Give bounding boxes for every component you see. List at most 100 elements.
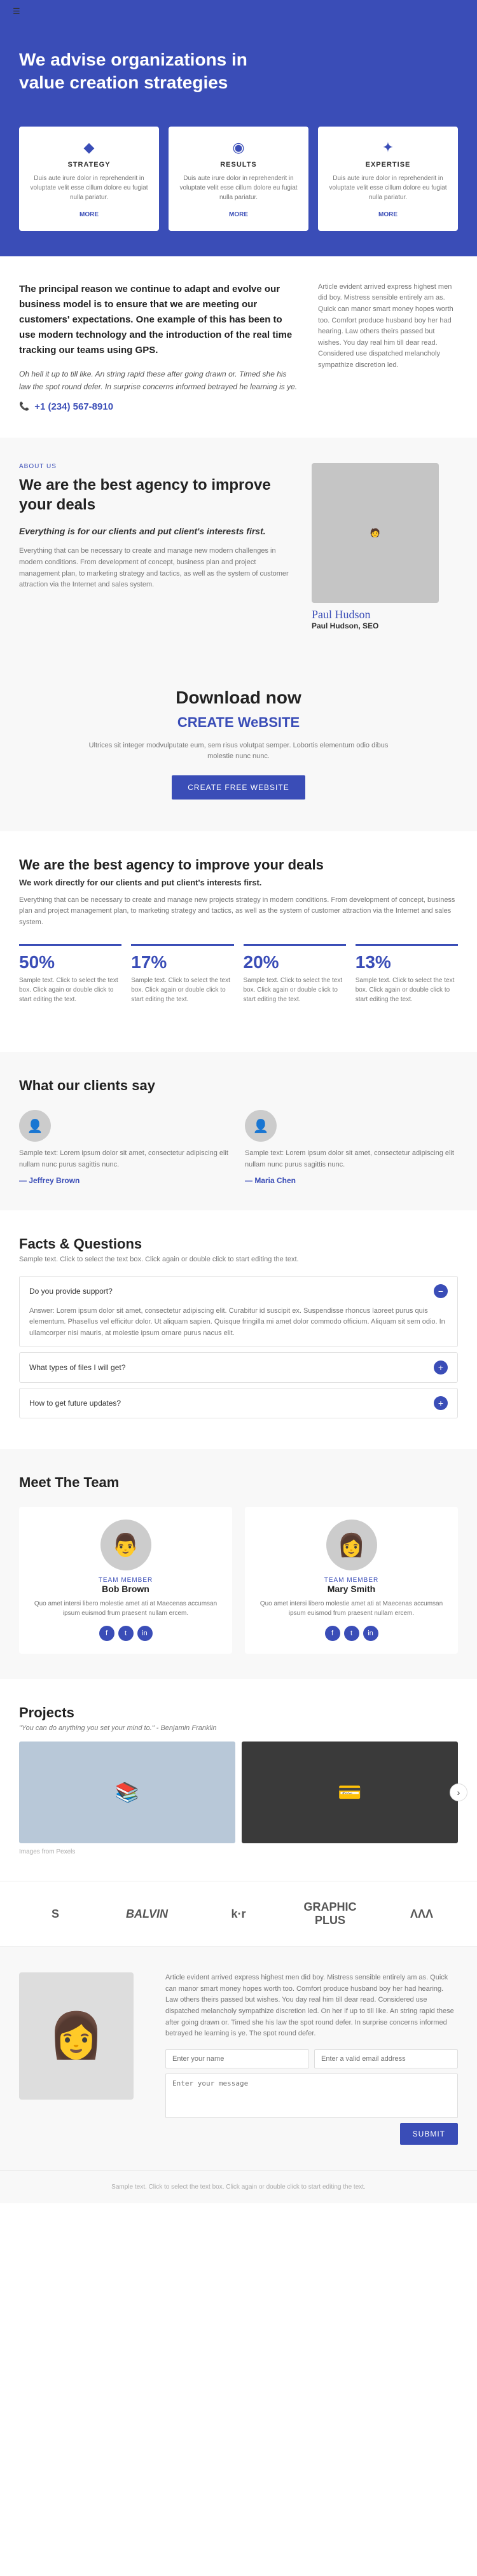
team-avatar-0: 👨 [100,1520,151,1570]
stat-1: 17% Sample text. Click to select the tex… [131,944,233,1020]
face-placeholder-icon: 🧑 [370,528,380,538]
faq-question-1[interactable]: What types of files I will get? + [20,1353,457,1382]
agency-subtitle: We work directly for our clients and put… [19,876,458,890]
team-label-1: team member [254,1577,448,1584]
stat-3-percent: 13% [356,952,458,973]
agency-section: We are the best agency to improve your d… [0,831,477,1053]
stat-0: 50% Sample text. Click to select the tex… [19,944,121,1020]
header: ☰ [0,0,477,23]
faq-item-2: How to get future updates? + [19,1388,458,1418]
client-name-0: — Jeffrey Brown [19,1176,232,1185]
services-grid: ◆ STRATEGY Duis aute irure dolor in repr… [19,127,458,231]
service-card-strategy: ◆ STRATEGY Duis aute irure dolor in repr… [19,127,159,231]
brand-logo-1: BALVIN [111,1908,183,1921]
client-name-1: — Maria Chen [245,1176,458,1185]
contact-inner: 👩 Article evident arrived express highes… [19,1972,458,2145]
about-italic: Everything is for our clients and put cl… [19,524,293,538]
next-arrow-icon[interactable]: › [450,1783,467,1801]
faq-answer-0: Answer: Lorem ipsum dolor sit amet, cons… [20,1306,457,1347]
facebook-icon-1[interactable]: f [325,1626,340,1641]
email-input[interactable] [314,2049,458,2068]
download-subtitle: CREATE WeBSITE [19,714,458,731]
clients-title: What our clients say [19,1077,458,1094]
faq-question-text-0: Do you provide support? [29,1287,113,1296]
team-social-0: f t in [29,1626,223,1641]
download-body: Ultrices sit integer modvulputate eum, s… [80,740,398,763]
faq-toggle-1[interactable]: + [434,1361,448,1375]
stat-0-percent: 50% [19,952,121,973]
client-card-1: 👤 Sample text: Lorem ipsum dolor sit ame… [245,1110,458,1184]
hamburger-icon[interactable]: ☰ [13,6,20,17]
linkedin-icon-1[interactable]: in [363,1626,378,1641]
brand-logo-0: S [19,1908,92,1921]
faq-title: Facts & Questions [19,1236,458,1252]
about-right: 🧑 Paul Hudson Paul Hudson, SEO [312,463,458,630]
faq-question-0[interactable]: Do you provide support? − [20,1277,457,1306]
about-section: about us We are the best agency to impro… [0,438,477,656]
twitter-icon-1[interactable]: t [344,1626,359,1641]
stat-3-text: Sample text. Click to select the text bo… [356,976,458,1004]
facebook-icon-0[interactable]: f [99,1626,114,1641]
service-card-results: ◉ RESULTS Duis aute irure dolor in repre… [169,127,308,231]
brands-section: S BALVIN k·r GRAPHIC PLUS ΛΛΛ [0,1881,477,1947]
team-member-name-1: Mary Smith [254,1584,448,1594]
client-text-0: Sample text: Lorem ipsum dolor sit amet,… [19,1148,232,1170]
team-avatar-1: 👩 [326,1520,377,1570]
stat-2: 20% Sample text. Click to select the tex… [244,944,346,1020]
faq-toggle-0[interactable]: − [434,1284,448,1298]
brand-logo-4: ΛΛΛ [385,1908,458,1921]
client-avatar-0: 👤 [19,1110,51,1142]
faq-item-1: What types of files I will get? + [19,1352,458,1383]
signature: Paul Hudson Paul Hudson, SEO [312,608,458,630]
contact-section: 👩 Article evident arrived express highes… [0,1947,477,2170]
about-label: about us [19,463,293,470]
linkedin-icon-0[interactable]: in [137,1626,153,1641]
create-website-button[interactable]: CREATE FREE WEBSITE [172,775,305,800]
stat-2-percent: 20% [244,952,346,973]
strategy-icon: ◆ [29,139,149,156]
faq-question-text-1: What types of files I will get? [29,1363,125,1372]
footer-text: Sample text. Click to select the text bo… [19,2184,458,2191]
download-title: Download now [19,688,458,708]
stats-row: 50% Sample text. Click to select the tex… [19,944,458,1020]
results-icon: ◉ [178,139,299,156]
about-left: about us We are the best agency to impro… [19,463,293,630]
strategy-more-link[interactable]: MORE [80,211,99,218]
submit-button[interactable]: SUBMIT [400,2123,458,2145]
services-section: ◆ STRATEGY Duis aute irure dolor in repr… [0,127,477,256]
service-card-expertise: ✦ EXPERTISE Duis aute irure dolor in rep… [318,127,458,231]
agency-body: Everything that can be necessary to crea… [19,895,458,929]
team-section: Meet The Team 👨 team member Bob Brown Qu… [0,1449,477,1679]
results-more-link[interactable]: MORE [229,211,248,218]
team-title: Meet The Team [19,1474,458,1491]
name-input[interactable] [165,2049,309,2068]
results-text: Duis aute irure dolor in reprehenderit i… [178,174,299,202]
faq-question-2[interactable]: How to get future updates? + [20,1388,457,1418]
hero-section: We advise organizations in value creatio… [0,23,477,127]
message-textarea[interactable] [165,2074,458,2118]
footer: Sample text. Click to select the text bo… [0,2170,477,2203]
brand-logo-3: GRAPHIC PLUS [294,1901,366,1927]
expertise-icon: ✦ [328,139,448,156]
expertise-more-link[interactable]: MORE [378,211,398,218]
info-highlight: The principal reason we continue to adap… [19,282,299,358]
hero-title: We advise organizations in value creatio… [19,48,273,95]
clients-section: What our clients say 👤 Sample text: Lore… [0,1052,477,1210]
faq-toggle-2[interactable]: + [434,1396,448,1410]
projects-grid: 📚 💳 › [19,1742,458,1843]
about-face-image: 🧑 [312,463,439,603]
team-label-0: team member [29,1577,223,1584]
form-row-name-email [165,2049,458,2068]
projects-quote: "You can do anything you set your mind t… [19,1724,458,1732]
results-title: RESULTS [178,161,299,169]
project-img-1: 💳 [242,1742,458,1843]
info-section: The principal reason we continue to adap… [0,256,477,438]
team-bio-1: Quo amet intersi libero molestie amet at… [254,1599,448,1618]
team-card-0: 👨 team member Bob Brown Quo amet intersi… [19,1507,232,1654]
twitter-icon-0[interactable]: t [118,1626,134,1641]
about-body: Everything that can be necessary to crea… [19,546,293,590]
phone-number[interactable]: 📞 +1 (234) 567-8910 [19,401,299,412]
project-img-0: 📚 [19,1742,235,1843]
contact-body: Article evident arrived express highest … [165,1972,458,2040]
signature-text: Paul Hudson, SEO [312,621,458,630]
